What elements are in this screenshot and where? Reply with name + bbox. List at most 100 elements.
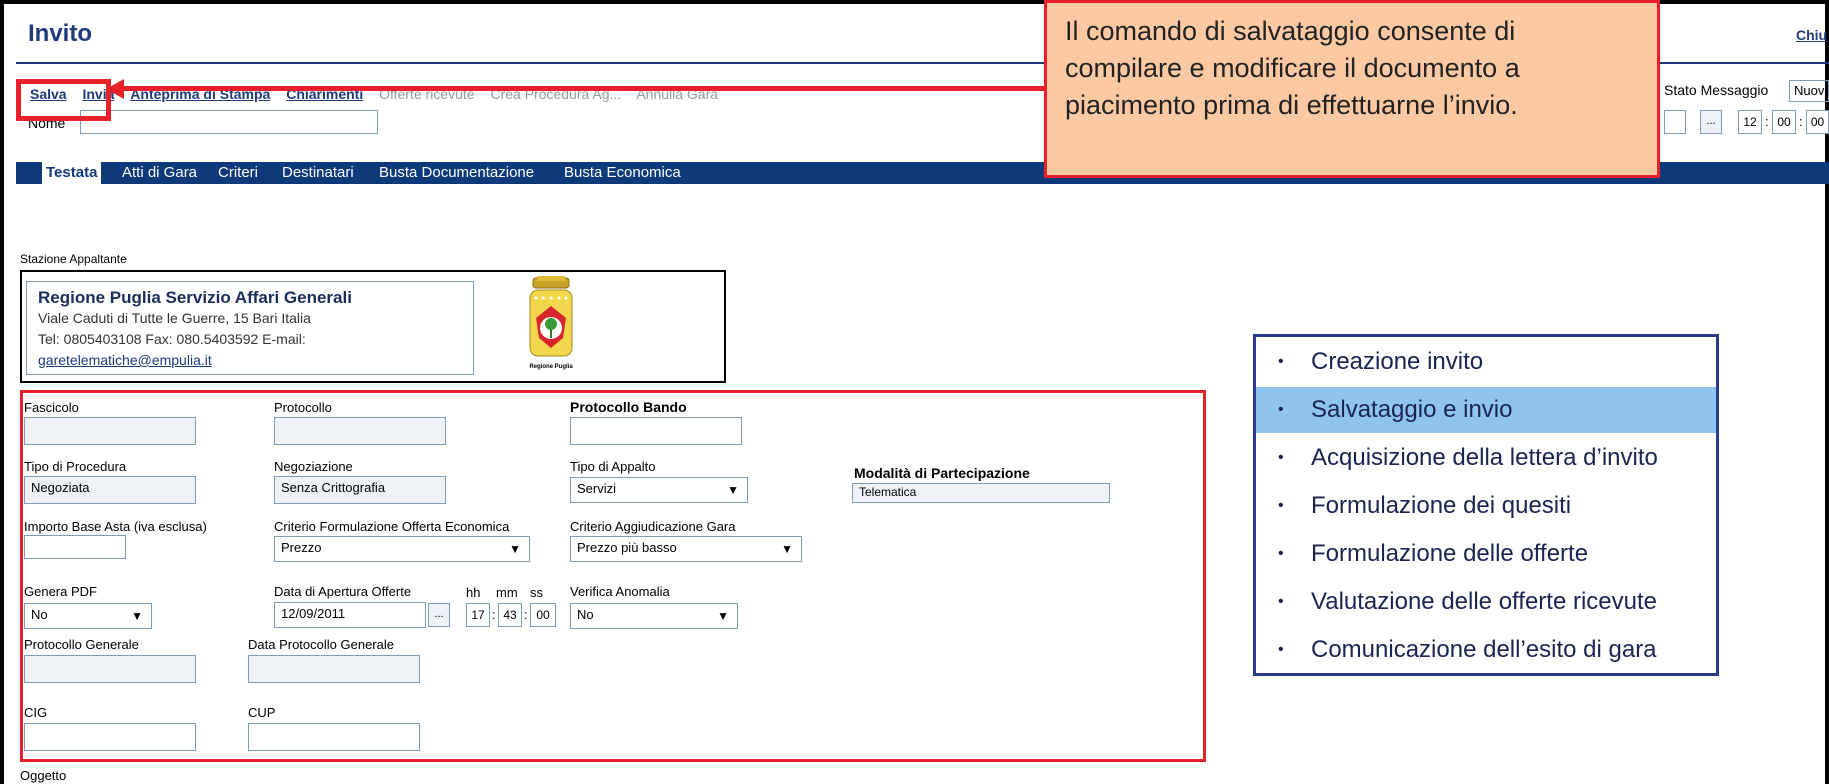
chevron-down-icon: ▼: [781, 542, 793, 556]
step-label: Salvataggio e invio: [1311, 396, 1513, 423]
authority-name: Regione Puglia Servizio Affari Generali: [38, 288, 352, 307]
tipo-appalto-value: Servizi: [577, 481, 617, 496]
tab-testata[interactable]: Testata: [42, 162, 102, 184]
authority-email-link[interactable]: garetelematiche@empulia.it: [38, 352, 212, 368]
step-item: • Acquisizione della lettera d’invito: [1256, 435, 1716, 481]
bullet-icon: •: [1278, 593, 1284, 610]
cup-label: CUP: [248, 705, 276, 720]
criterio-aggiudicazione-label: Criterio Aggiudicazione Gara: [570, 519, 736, 534]
save-highlight-box: [16, 79, 111, 121]
time-separator: :: [1765, 114, 1769, 129]
importo-label: Importo Base Asta (iva esclusa): [24, 519, 207, 534]
chevron-down-icon: ▼: [131, 609, 143, 623]
tipo-appalto-select[interactable]: Servizi ▼: [570, 477, 748, 503]
protocollo-field[interactable]: [274, 417, 446, 445]
protocollo-bando-field[interactable]: [570, 417, 742, 445]
criterio-formulazione-select[interactable]: Prezzo ▼: [274, 536, 530, 562]
step-label: Formulazione dei quesiti: [1311, 492, 1572, 519]
bullet-icon: •: [1278, 545, 1284, 562]
tipo-procedura-field: Negoziata: [24, 476, 196, 504]
hh-label: hh: [466, 585, 481, 600]
process-steps-panel: • Creazione invito • Salvataggio e invio…: [1253, 334, 1719, 676]
bullet-icon: •: [1278, 449, 1284, 466]
cup-field[interactable]: [248, 723, 420, 751]
tab-busta-documentazione[interactable]: Busta Documentazione: [379, 162, 534, 184]
verifica-anomalia-label: Verifica Anomalia: [570, 584, 670, 599]
regione-puglia-emblem-icon: [529, 276, 573, 357]
header-minute-input[interactable]: 00: [1772, 110, 1796, 134]
protocollo-bando-label: Protocollo Bando: [570, 399, 687, 415]
apertura-second-input[interactable]: 00: [530, 603, 556, 627]
header-date-picker-button[interactable]: ...: [1700, 110, 1722, 134]
genera-pdf-select[interactable]: No ▼: [24, 603, 152, 629]
message-status-label: Stato Messaggio: [1664, 82, 1769, 98]
tipo-procedura-label: Tipo di Procedura: [24, 459, 127, 474]
bullet-icon: •: [1278, 353, 1284, 370]
authority-address: Viale Caduti di Tutte le Guerre, 15 Bari…: [38, 310, 311, 326]
form-highlight-frame: [20, 390, 1206, 762]
negoziazione-field: Senza Crittografia: [274, 476, 446, 504]
data-protocollo-label: Data Protocollo Generale: [248, 637, 394, 652]
modalita-field: Telematica: [852, 483, 1110, 503]
contracting-authority-label: Stazione Appaltante: [20, 252, 127, 266]
step-label: Acquisizione della lettera d’invito: [1311, 444, 1658, 471]
time-separator: :: [524, 607, 528, 622]
data-apertura-field[interactable]: 12/09/2011: [274, 602, 426, 628]
criterio-formulazione-value: Prezzo: [281, 540, 322, 555]
importo-field[interactable]: [24, 535, 126, 559]
protocollo-generale-field[interactable]: [24, 655, 196, 683]
bullet-icon: •: [1278, 641, 1284, 658]
page-title: Invito: [28, 20, 92, 47]
fascicolo-field[interactable]: [24, 417, 196, 445]
regione-puglia-logo: Regione Puglia: [520, 276, 582, 372]
chevron-down-icon: ▼: [509, 542, 521, 556]
apertura-minute-input[interactable]: 43: [498, 603, 522, 627]
oggetto-label: Oggetto: [20, 768, 67, 783]
name-input[interactable]: [80, 110, 378, 134]
header-second-input[interactable]: 00: [1806, 110, 1829, 134]
bullet-icon: •: [1278, 497, 1284, 514]
apertura-hour-input[interactable]: 17: [466, 603, 490, 627]
data-apertura-picker-button[interactable]: ...: [428, 603, 450, 627]
step-item: • Creazione invito: [1256, 339, 1716, 385]
cig-label: CIG: [24, 705, 48, 720]
step-label: Creazione invito: [1311, 348, 1484, 375]
close-link[interactable]: Chiu: [1796, 27, 1827, 43]
step-label: Comunicazione dell’esito di gara: [1311, 636, 1657, 663]
verifica-anomalia-select[interactable]: No ▼: [570, 603, 738, 629]
data-apertura-label: Data di Apertura Offerte: [274, 584, 412, 599]
chevron-down-icon: ▼: [727, 483, 739, 497]
time-separator: :: [1799, 114, 1803, 129]
message-status-value: Nuov: [1789, 80, 1829, 102]
authority-contacts: Tel: 0805403108 Fax: 080.5403592 E-mail:: [38, 331, 306, 347]
fascicolo-label: Fascicolo: [24, 400, 79, 415]
tab-busta-economica[interactable]: Busta Economica: [564, 162, 681, 184]
bullet-icon: •: [1278, 401, 1284, 418]
callout-box: Il comando di salvataggio consente di co…: [1044, 0, 1660, 178]
protocollo-generale-label: Protocollo Generale: [24, 637, 139, 652]
protocollo-label: Protocollo: [274, 400, 332, 415]
step-label: Valutazione delle offerte ricevute: [1311, 588, 1657, 615]
tipo-appalto-label: Tipo di Appalto: [570, 459, 656, 474]
step-item: • Formulazione dei quesiti: [1256, 483, 1716, 529]
tab-atti-di-gara[interactable]: Atti di Gara: [122, 162, 197, 184]
step-item: • Valutazione delle offerte ricevute: [1256, 579, 1716, 625]
header-hour-input[interactable]: 12: [1738, 110, 1762, 134]
tab-criteri[interactable]: Criteri: [218, 162, 258, 184]
criterio-formulazione-label: Criterio Formulazione Offerta Economica: [274, 519, 510, 534]
genera-pdf-value: No: [31, 607, 48, 622]
criterio-aggiudicazione-select[interactable]: Prezzo più basso ▼: [570, 536, 802, 562]
header-date-input[interactable]: [1664, 110, 1686, 134]
cig-field[interactable]: [24, 723, 196, 751]
criterio-aggiudicazione-value: Prezzo più basso: [577, 540, 677, 555]
data-protocollo-field[interactable]: [248, 655, 420, 683]
step-item: • Comunicazione dell’esito di gara: [1256, 627, 1716, 673]
step-label: Formulazione delle offerte: [1311, 540, 1589, 567]
tab-destinatari[interactable]: Destinatari: [282, 162, 354, 184]
genera-pdf-label: Genera PDF: [24, 584, 97, 599]
step-item-active: • Salvataggio e invio: [1256, 387, 1716, 433]
mm-label: mm: [496, 585, 518, 600]
modalita-label: Modalità di Partecipazione: [854, 465, 1030, 481]
ss-label: ss: [530, 585, 543, 600]
step-item: • Formulazione delle offerte: [1256, 531, 1716, 577]
